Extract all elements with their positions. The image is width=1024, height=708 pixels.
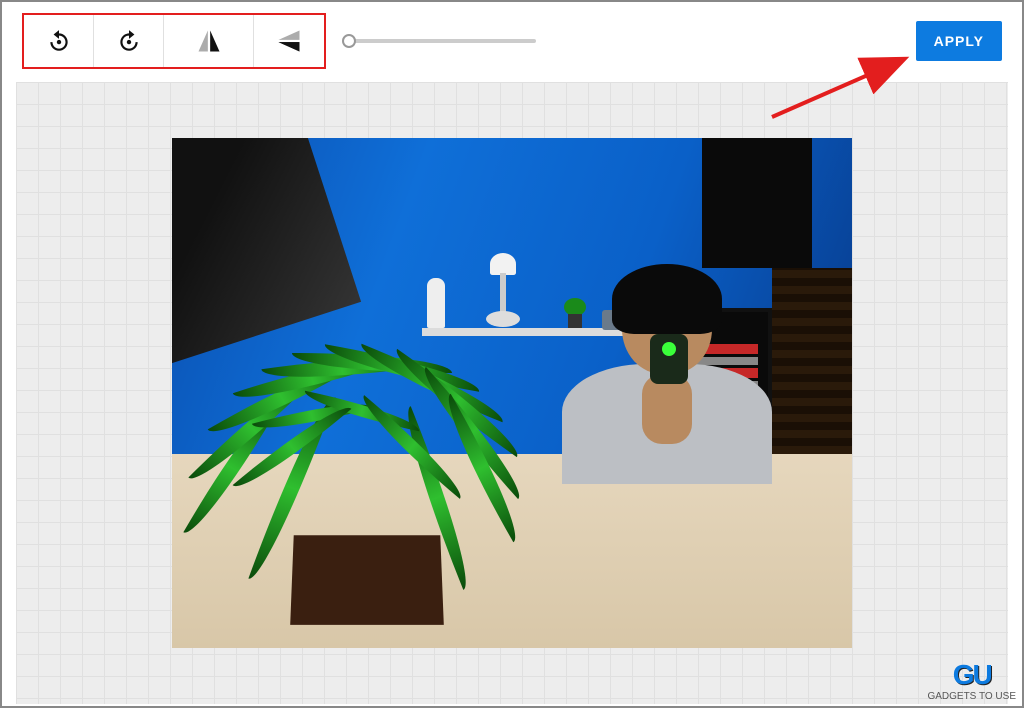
flip-horizontal-icon (195, 27, 223, 55)
edited-image[interactable] (172, 138, 852, 648)
apply-button[interactable]: APPLY (916, 21, 1002, 61)
rotate-ccw-button[interactable] (24, 15, 94, 67)
image-person (552, 264, 782, 454)
flip-vertical-icon (275, 27, 303, 55)
flip-vertical-button[interactable] (254, 15, 324, 67)
rotation-slider-wrap (346, 39, 916, 43)
rotate-cw-icon (116, 28, 142, 54)
transform-tool-group-highlight (22, 13, 326, 69)
image-acoustic-panel (772, 268, 852, 454)
slider-thumb[interactable] (342, 34, 356, 48)
canvas-workspace[interactable] (16, 82, 1008, 704)
editor-toolbar: APPLY (2, 2, 1022, 80)
rotation-slider[interactable] (346, 39, 536, 43)
rotate-ccw-icon (46, 28, 72, 54)
watermark-logo: GU GADGETS TO USE (927, 659, 1016, 702)
image-foreground-plant (172, 278, 542, 638)
rotate-cw-button[interactable] (94, 15, 164, 67)
image-camera-rig (702, 138, 812, 268)
flip-horizontal-button[interactable] (164, 15, 254, 67)
